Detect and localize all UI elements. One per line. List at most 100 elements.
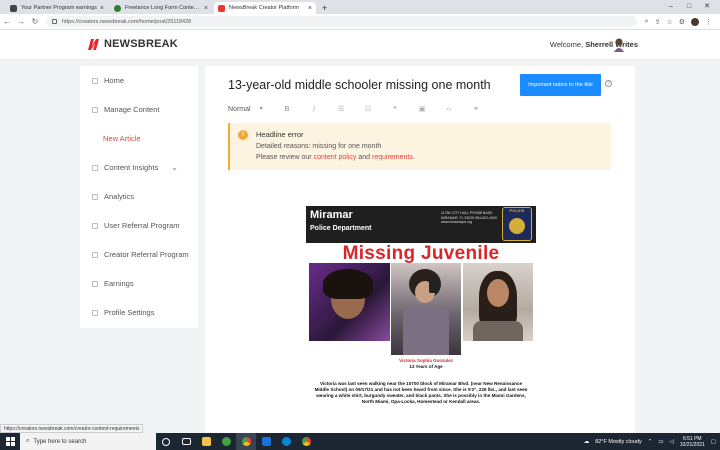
reload-icon[interactable]: ↻: [28, 17, 42, 26]
user-avatar[interactable]: [613, 38, 625, 52]
tray-arrow-icon[interactable]: ⌃: [648, 439, 653, 445]
back-icon[interactable]: ←: [0, 17, 14, 26]
notifications-icon[interactable]: ▢: [711, 439, 716, 445]
close-window-icon[interactable]: ✕: [698, 0, 716, 13]
search-icon: ⌕: [26, 438, 30, 444]
task-view-icon[interactable]: [156, 433, 176, 450]
sidebar-item-label: Manage Content: [104, 105, 160, 114]
chrome-icon[interactable]: [236, 433, 256, 450]
tab-favicon-icon: [114, 4, 121, 12]
tab-title: Freelance Long Form Content | ...: [125, 5, 201, 11]
analytics-icon: [92, 193, 98, 200]
windows-start-icon[interactable]: [0, 433, 20, 450]
address-bar: ← → ↻ https://creators.newsbreak.com/hom…: [0, 14, 720, 30]
lock-icon: [52, 19, 57, 24]
tab-close-icon[interactable]: ×: [204, 5, 208, 12]
flyer-address: 11765 CITY HALL PROMENADE MIRAMAR, FL 33…: [441, 211, 497, 224]
volume-icon[interactable]: ◁: [670, 439, 674, 445]
task-switch-icon[interactable]: [176, 433, 196, 450]
profile-icon: [92, 309, 98, 316]
browser-tab-active[interactable]: NewsBreak Creator Platform ×: [214, 2, 316, 14]
clock[interactable]: 6:51 PM 10/21/2021: [680, 436, 705, 448]
content-policy-link[interactable]: content policy: [314, 154, 357, 161]
ordered-list-icon[interactable]: ☰: [328, 105, 355, 113]
quote-icon[interactable]: ❝: [382, 105, 409, 113]
help-icon[interactable]: ?: [605, 80, 612, 87]
browser-tab[interactable]: Your Partner Program earnings ×: [6, 2, 108, 14]
important-notice-button[interactable]: Important notice to the title: [520, 74, 601, 96]
content-icon: [92, 106, 98, 113]
maximize-icon[interactable]: □: [680, 0, 698, 13]
bullet-list-icon[interactable]: ☷: [355, 105, 382, 113]
tab-close-icon[interactable]: ×: [308, 5, 312, 12]
browser-tab[interactable]: Freelance Long Form Content | ... ×: [110, 2, 212, 14]
article-title-input[interactable]: 13-year-old middle schooler missing one …: [228, 78, 491, 92]
edge-icon[interactable]: [276, 433, 296, 450]
flyer-header: Miramar Police Department 11765 CITY HAL…: [306, 206, 536, 243]
site-header: NEWSBREAK Welcome, Sherrell Writes: [0, 30, 720, 60]
sidebar-item-earnings[interactable]: Earnings: [80, 269, 198, 298]
requirements-link[interactable]: requirements: [372, 154, 413, 161]
minimize-icon[interactable]: –: [662, 0, 680, 13]
chrome-secondary-icon[interactable]: [296, 433, 316, 450]
image-icon[interactable]: ▣: [409, 105, 436, 113]
bookmark-star-icon[interactable]: ☆: [666, 18, 672, 26]
badge-seal: [509, 218, 525, 234]
taskbar-search-input[interactable]: ⌕ Type here to search: [20, 433, 156, 450]
new-tab-button[interactable]: +: [322, 2, 327, 14]
sidebar-item-analytics[interactable]: Analytics: [80, 182, 198, 211]
badge-text: POLICE: [509, 208, 525, 213]
sidebar-item-profile-settings[interactable]: Profile Settings: [80, 298, 198, 327]
url-input[interactable]: https://creators.newsbreak.com/home/post…: [46, 16, 637, 27]
tab-close-icon[interactable]: ×: [100, 5, 104, 12]
sidebar-item-label: Analytics: [104, 192, 135, 201]
file-explorer-icon[interactable]: [196, 433, 216, 450]
browser-tab-bar: Your Partner Program earnings × Freelanc…: [0, 0, 720, 14]
link-icon[interactable]: ⚭: [463, 105, 490, 113]
sidebar-item-home[interactable]: Home: [80, 66, 198, 95]
italic-icon[interactable]: I: [301, 106, 328, 113]
newsbreak-logo[interactable]: NEWSBREAK: [88, 38, 178, 50]
sidebar-item-content-insights[interactable]: Content Insights ⌄: [80, 153, 198, 182]
windows-taskbar: ⌕ Type here to search ☁ 82°F Mostly clou…: [0, 433, 720, 450]
bold-icon[interactable]: B: [274, 106, 301, 113]
headline-error-alert: ! Headline error Detailed reasons: missi…: [228, 123, 611, 170]
forward-icon[interactable]: →: [14, 17, 28, 26]
profile-avatar[interactable]: [691, 17, 699, 26]
sidebar-item-user-referral[interactable]: User Referral Program: [80, 211, 198, 240]
menu-icon[interactable]: ⋮: [705, 18, 712, 26]
share-icon[interactable]: ⇪: [655, 18, 661, 26]
xbox-icon[interactable]: [216, 433, 236, 450]
tab-title: NewsBreak Creator Platform: [229, 5, 299, 11]
tab-favicon-icon: [218, 4, 225, 12]
chevron-down-icon[interactable]: ⌄: [171, 163, 178, 172]
referral-icon: [92, 222, 98, 229]
caret-down-icon[interactable]: ▼: [259, 106, 264, 112]
editor-panel: 13-year-old middle schooler missing one …: [205, 66, 635, 436]
clock-date: 10/21/2021: [679, 441, 705, 448]
extensions-icon[interactable]: ⚙: [679, 18, 685, 26]
weather-text[interactable]: 82°F Mostly cloudy: [595, 439, 642, 445]
network-icon[interactable]: ▭: [658, 439, 663, 445]
sidebar-item-creator-referral[interactable]: Creator Referral Program: [80, 240, 198, 269]
missing-person-photo-2: [391, 263, 461, 355]
logo-text: NEWSBREAK: [104, 38, 178, 50]
user-name: Sherrell Writes: [585, 40, 638, 49]
review-and: and: [358, 154, 371, 161]
mail-icon[interactable]: [256, 433, 276, 450]
format-select[interactable]: Normal: [228, 106, 251, 113]
home-icon: [92, 77, 98, 84]
code-icon[interactable]: ‹›: [436, 106, 463, 113]
earnings-icon: [92, 280, 98, 287]
sidebar-item-label: Earnings: [104, 279, 134, 288]
missing-person-flyer-image[interactable]: Miramar Police Department 11765 CITY HAL…: [306, 206, 536, 436]
weather-icon: ☁: [583, 438, 590, 445]
clock-time: 6:51 PM: [682, 435, 702, 442]
sidebar-item-label: New Article: [103, 134, 141, 143]
sidebar-item-manage-content[interactable]: Manage Content: [80, 95, 198, 124]
sidebar-item-label: Profile Settings: [104, 308, 155, 317]
sidebar-item-new-article[interactable]: New Article: [80, 124, 198, 153]
police-badge-icon: POLICE: [502, 207, 532, 241]
referral-icon: [92, 251, 98, 258]
zoom-icon[interactable]: ⌕: [645, 18, 649, 26]
